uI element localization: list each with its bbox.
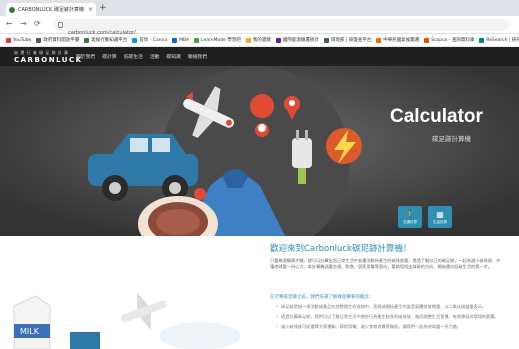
bookmark-favicon-icon xyxy=(376,37,382,43)
bookmark-label: MBA xyxy=(178,37,190,43)
lightning-icon xyxy=(326,128,362,164)
bookmark-label: Scopus - 查詢資料庫 xyxy=(431,38,475,43)
milk-carton-icon: MILK xyxy=(13,295,51,349)
bookmark-item[interactable]: 環境部 | 碳盤查平台 xyxy=(323,37,372,43)
bookmark-item[interactable]: 政府資料開放平臺 xyxy=(36,37,79,43)
main-content: MILK 歡迎來到Carbonluck碳足跡計算機！ 只要幾個簡單步驟，就可以計… xyxy=(0,236,519,349)
bookmark-item[interactable]: 氣候行動知識平台 xyxy=(84,37,127,43)
transport-calc-button[interactable]: 🚶 交通計算 xyxy=(398,206,422,228)
concept-list: 碳足跡是指一項活動或產品在其整個生命週期中，直接或間接產生的溫室氣體排放總量，以… xyxy=(276,304,504,334)
bookmark-favicon-icon xyxy=(194,37,200,43)
site-nav: 關於我們 碳計算 低碳生活 活動 碳知識 聯絡我們 xyxy=(76,53,207,60)
hero-title: Calculator xyxy=(390,106,483,127)
site-nav-item[interactable]: 碳計算 xyxy=(102,53,116,60)
site-header: 碳 運 行 者 碳 足 跡 計 算 CARBONLUCK 關於我們 碳計算 低碳生活… xyxy=(0,47,519,66)
new-tab-button[interactable]: + xyxy=(99,3,107,13)
bookmark-label: 我的雲端 xyxy=(252,38,271,43)
bookmark-item[interactable]: MBA xyxy=(171,37,190,43)
browser-tab[interactable]: CARBONLUCK 碳足跡計算機 × xyxy=(6,3,96,16)
bookmark-favicon-icon xyxy=(323,37,329,43)
life-calc-label: 生活計算 xyxy=(433,219,447,224)
site-logo[interactable]: CARBONLUCK xyxy=(14,56,83,64)
concept-subheading: 在計算碳足跡之前，我們先來了解幾個重要的概念： xyxy=(270,295,374,300)
bookmark-item[interactable]: 首頁 - Canva xyxy=(132,37,167,43)
browser-tab-bar: CARBONLUCK 碳足跡計算機 × + xyxy=(0,0,519,16)
bookmark-label: 環境部 | 碳盤查平台 xyxy=(330,38,372,43)
bookmark-label: LearnMode 學習吧 xyxy=(201,38,241,43)
bookmark-favicon-icon xyxy=(132,37,138,43)
bookmark-item[interactable]: ReSearch | 研究資源 xyxy=(479,37,519,43)
welcome-heading: 歡迎來到Carbonluck碳足跡計算機！ xyxy=(270,244,412,254)
tomato-shape xyxy=(194,188,206,200)
svg-text:MILK: MILK xyxy=(20,327,40,336)
site-nav-item[interactable]: 低碳生活 xyxy=(124,53,143,60)
lock-icon xyxy=(58,22,63,28)
forward-arrow-icon[interactable]: → xyxy=(20,19,27,29)
tab-title: CARBONLUCK 碳足跡計算機 xyxy=(18,7,84,13)
list-item: 透過計算碳足跡，我們可以了解日常生活中哪些行為產生較多的碳排放，進而調整生活習慣… xyxy=(276,314,504,320)
bookmark-label: 政府資料開放平臺 xyxy=(43,38,80,43)
site-nav-item[interactable]: 關於我們 xyxy=(76,53,95,60)
reload-icon[interactable]: ⟳ xyxy=(34,19,41,29)
list-item: 減少碳排放可從選擇大眾運輸、節約用電、減少食物浪費等做起，讓我們一起為地球盡一份… xyxy=(276,324,504,330)
list-item: 碳足跡是指一項活動或產品在其整個生命週期中，直接或間接產生的溫室氣體排放總量，以… xyxy=(276,304,504,310)
bookmark-item[interactable]: YouTube xyxy=(6,37,32,43)
content-illustration: MILK xyxy=(13,292,240,349)
bookmark-favicon-icon xyxy=(6,37,11,43)
site-nav-item[interactable]: 碳知識 xyxy=(166,53,180,60)
bookmark-item[interactable]: LearnMode 學習吧 xyxy=(194,37,241,43)
site-nav-item[interactable]: 聯絡我們 xyxy=(188,53,207,60)
grid-icon: ▦ xyxy=(436,209,444,219)
cloud-shape xyxy=(160,322,240,349)
hero-banner: Calculator 碳足跡計算機 🚶 交通計算 ▦ 生活計算 xyxy=(0,66,519,236)
bookmark-favicon-icon xyxy=(36,37,42,43)
bookmark-favicon-icon xyxy=(84,37,90,43)
bookmark-label: YouTube xyxy=(13,37,32,43)
bookmark-favicon-icon xyxy=(245,37,251,43)
bookmark-label: ReSearch | 研究資源 xyxy=(486,38,519,43)
box-shape xyxy=(70,332,100,349)
hero-subtitle: 碳足跡計算機 xyxy=(432,135,471,143)
bookmark-item[interactable]: 國際能源總署統計 xyxy=(275,37,319,43)
tab-close-icon[interactable]: × xyxy=(88,6,93,13)
bookmark-label: 中華民國氣候變遷 xyxy=(383,38,420,43)
bookmark-label: 氣候行動知識平台 xyxy=(91,38,128,43)
bookmark-favicon-icon xyxy=(171,37,177,43)
life-calc-button[interactable]: ▦ 生活計算 xyxy=(428,206,452,228)
favicon-icon xyxy=(9,6,15,13)
bookmark-favicon-icon xyxy=(479,37,485,43)
bookmark-item[interactable]: 中華民國氣候變遷 xyxy=(376,37,419,43)
address-bar-row: ← → ⟳ carbonluck.com/calculator/ xyxy=(0,16,519,36)
bookmark-label: 首頁 - Canva xyxy=(139,38,167,43)
site-nav-item[interactable]: 活動 xyxy=(150,53,160,60)
bookmark-label: 國際能源總署統計 xyxy=(282,38,319,43)
bookmarks-bar: YouTube 政府資料開放平臺 氣候行動知識平台 首頁 - Canva MBA Lear… xyxy=(0,34,519,47)
bookmark-favicon-icon xyxy=(275,37,281,43)
bookmark-item[interactable]: Scopus - 查詢資料庫 xyxy=(424,37,474,43)
bookmark-item[interactable]: 我的雲端 xyxy=(245,37,271,43)
bookmark-favicon-icon xyxy=(424,37,430,43)
transport-calc-label: 交通計算 xyxy=(403,219,417,224)
url-input[interactable]: carbonluck.com/calculator/ xyxy=(54,19,509,36)
back-arrow-icon[interactable]: ← xyxy=(6,19,13,29)
person-walk-icon: 🚶 xyxy=(405,209,415,219)
intro-paragraph: 只要幾個簡單步驟，就可以計算出您日常生活中各種活動所產生的碳排放量，透過了解自己… xyxy=(270,258,501,269)
